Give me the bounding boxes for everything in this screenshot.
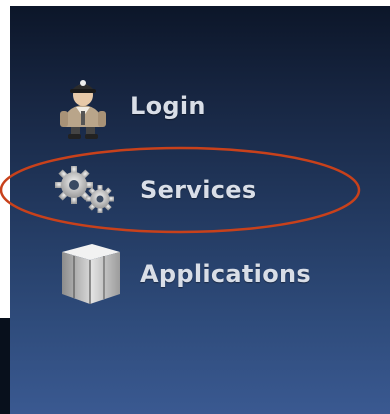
gears-icon bbox=[50, 163, 124, 217]
page: Login Services Applications bbox=[0, 0, 390, 414]
nav-item-applications[interactable]: Applications bbox=[52, 238, 311, 310]
user-icon bbox=[54, 71, 112, 141]
package-icon bbox=[52, 240, 126, 308]
nav-item-label: Applications bbox=[140, 260, 311, 288]
nav-item-services[interactable]: Services bbox=[50, 160, 256, 220]
nav-item-login[interactable]: Login bbox=[54, 70, 206, 142]
nav-item-label: Login bbox=[130, 92, 206, 120]
nav-item-label: Services bbox=[140, 176, 257, 204]
